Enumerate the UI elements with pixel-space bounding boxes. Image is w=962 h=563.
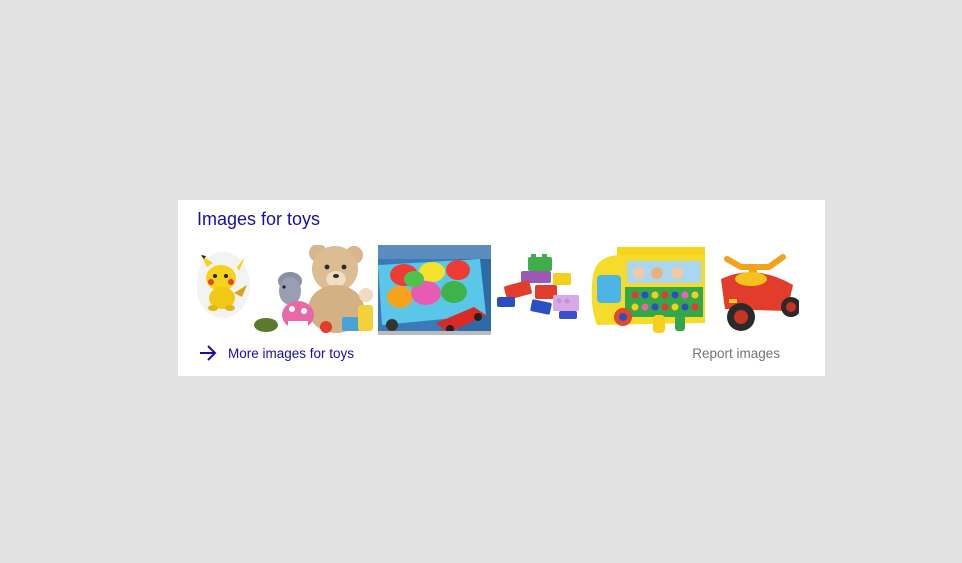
toy-bus-image: [587, 245, 707, 335]
thumb-pikachu[interactable]: [197, 245, 252, 335]
more-images-label: More images for toys: [228, 345, 355, 361]
thumb-building-blocks[interactable]: [495, 245, 583, 335]
image-strip: [197, 245, 799, 335]
building-blocks-image: [495, 245, 583, 335]
more-images-link[interactable]: More images for toys: [198, 344, 354, 362]
thumb-teddy-bear[interactable]: [254, 245, 373, 335]
thumb-toy-cart-eggs[interactable]: [378, 245, 491, 335]
tricycle-image: [711, 245, 799, 335]
pikachu-plush-image: [197, 245, 252, 335]
thumb-toy-bus[interactable]: [587, 245, 707, 335]
report-images-link[interactable]: Report images: [692, 346, 780, 361]
panel-title-link[interactable]: Images for toys: [197, 209, 320, 230]
teddy-bear-plush-image: [254, 245, 373, 335]
toy-cart-eggs-image: [378, 245, 491, 335]
arrow-right-icon: [200, 345, 217, 361]
images-panel: Images for toys More images for toys Rep…: [178, 200, 825, 376]
thumb-tricycle[interactable]: [711, 245, 799, 335]
